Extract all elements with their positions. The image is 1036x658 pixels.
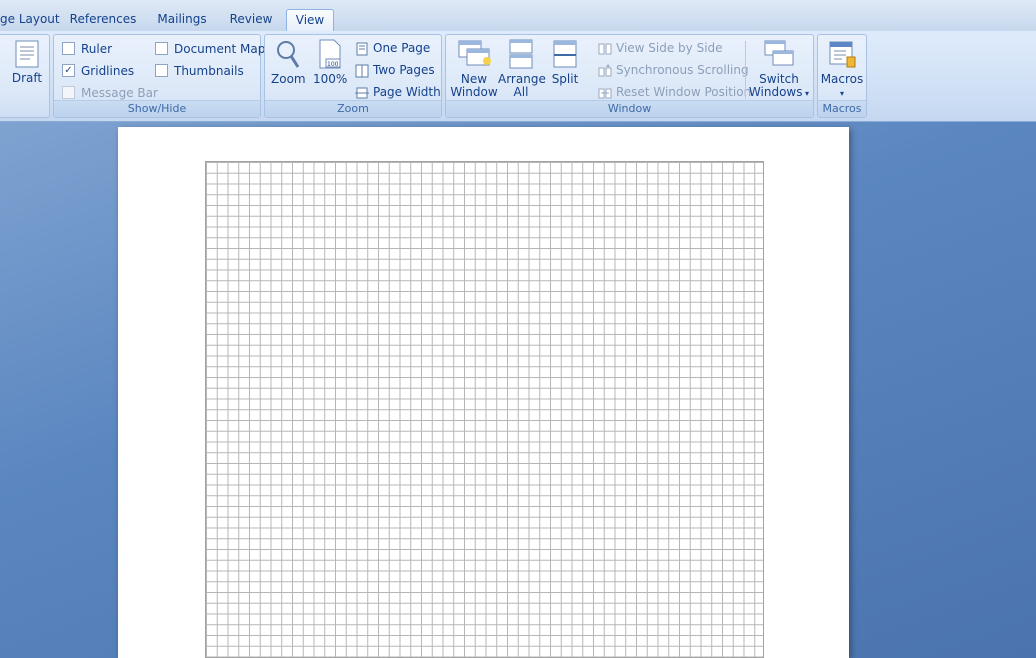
split-window-icon	[553, 40, 577, 68]
gridlines-area[interactable]	[205, 161, 764, 658]
zoom-group-label: Zoom	[265, 100, 441, 117]
arrange-all-icon	[509, 39, 533, 69]
two-pages-label: Two Pages	[373, 63, 435, 77]
svg-text:100: 100	[327, 61, 339, 68]
gridlines-label: Gridlines	[81, 64, 135, 78]
thumbnails-checkbox-box[interactable]	[155, 64, 168, 77]
switch-windows-button[interactable]: Switch Windows ▾	[748, 39, 810, 100]
document-map-checkbox[interactable]: Document Map	[155, 41, 265, 57]
reset-position-icon	[598, 88, 612, 98]
gridlines-checkbox[interactable]: ✓ Gridlines	[62, 63, 134, 79]
message-bar-checkbox-box[interactable]	[62, 86, 75, 99]
macros-button[interactable]: Macros ▾	[820, 39, 864, 100]
two-pages-icon	[355, 64, 369, 77]
group-window: New Window Arrange All Split View Side b…	[445, 34, 814, 118]
page-width-button[interactable]: Page Width	[355, 83, 441, 101]
tab-review[interactable]: Review	[226, 9, 276, 31]
dropdown-arrow-icon: ▾	[802, 89, 810, 98]
thumbnails-checkbox[interactable]: Thumbnails	[155, 63, 244, 79]
new-window-button[interactable]: New Window	[450, 39, 498, 99]
ruler-checkbox-box[interactable]	[62, 42, 75, 55]
macros-icon	[829, 41, 856, 68]
ruler-label: Ruler	[81, 42, 113, 56]
new-window-label-1: New	[460, 72, 488, 86]
tab-view[interactable]: View	[286, 9, 334, 33]
new-window-icon	[458, 40, 491, 66]
switch-label-1: Switch	[759, 72, 799, 86]
magnifier-icon	[277, 41, 300, 68]
sync-scroll-icon	[598, 63, 612, 76]
arrange-label-1: Arrange	[498, 72, 546, 86]
one-page-icon	[356, 42, 368, 55]
document-map-checkbox-box[interactable]	[155, 42, 168, 55]
message-bar-label: Message Bar	[81, 86, 158, 100]
page-width-icon	[355, 87, 369, 98]
page-width-label: Page Width	[373, 85, 441, 99]
ribbon-tab-strip: ge Layout References Mailings Review Vie…	[0, 0, 1036, 33]
switch-label-2: Windows	[748, 85, 803, 99]
two-pages-button[interactable]: Two Pages	[355, 61, 435, 79]
macros-label: Macros	[820, 72, 864, 86]
zoom-button[interactable]: Zoom	[271, 39, 306, 86]
side-by-side-icon	[598, 43, 612, 54]
tab-references[interactable]: References	[68, 9, 138, 31]
split-label: Split	[551, 72, 579, 86]
split-button[interactable]: Split	[548, 39, 582, 86]
tab-page-layout[interactable]: ge Layout	[0, 9, 60, 31]
message-bar-checkbox[interactable]: Message Bar	[62, 85, 158, 101]
ribbon: Draft Ruler ✓ Gridlines Message Bar Docum…	[0, 31, 1036, 122]
macros-dropdown-arrow-icon: ▾	[839, 89, 844, 98]
macros-group-label: Macros	[818, 100, 866, 117]
view-side-by-side-label: View Side by Side	[616, 41, 723, 55]
new-window-label-2: Window	[450, 85, 498, 99]
synchronous-scrolling-label: Synchronous Scrolling	[616, 63, 749, 77]
group-macros: Macros ▾ Macros	[817, 34, 867, 118]
group-document-views: Draft	[0, 34, 50, 118]
gridlines-checkbox-box[interactable]: ✓	[62, 64, 75, 77]
zoom-label: Zoom	[271, 72, 306, 86]
group-zoom: Zoom 100 100% One Page Two Pages Page Wi…	[264, 34, 442, 118]
arrange-all-button[interactable]: Arrange All	[498, 39, 546, 99]
reset-window-position-button[interactable]: Reset Window Position	[598, 83, 751, 101]
page-100-icon: 100	[319, 39, 341, 69]
view-side-by-side-button[interactable]: View Side by Side	[598, 39, 723, 57]
one-page-button[interactable]: One Page	[355, 39, 430, 57]
synchronous-scrolling-button[interactable]: Synchronous Scrolling	[598, 61, 749, 79]
zoom-100-button[interactable]: 100 100%	[313, 39, 347, 86]
thumbnails-label: Thumbnails	[174, 64, 244, 78]
draft-button[interactable]: Draft	[7, 40, 47, 85]
document-map-label: Document Map	[174, 42, 266, 56]
arrange-label-2: All	[513, 85, 529, 99]
reset-window-position-label: Reset Window Position	[616, 85, 752, 99]
show-hide-group-label: Show/Hide	[54, 100, 260, 117]
tab-mailings[interactable]: Mailings	[152, 9, 212, 31]
ruler-checkbox[interactable]: Ruler	[62, 41, 112, 57]
draft-label: Draft	[11, 71, 43, 85]
one-page-label: One Page	[373, 41, 431, 55]
draft-view-icon	[15, 40, 39, 68]
switch-windows-icon	[764, 40, 794, 66]
zoom-100-label: 100%	[313, 72, 348, 86]
window-group-label: Window	[446, 100, 813, 117]
window-group-separator	[745, 41, 746, 99]
group-show-hide: Ruler ✓ Gridlines Message Bar Document Ma…	[53, 34, 265, 118]
